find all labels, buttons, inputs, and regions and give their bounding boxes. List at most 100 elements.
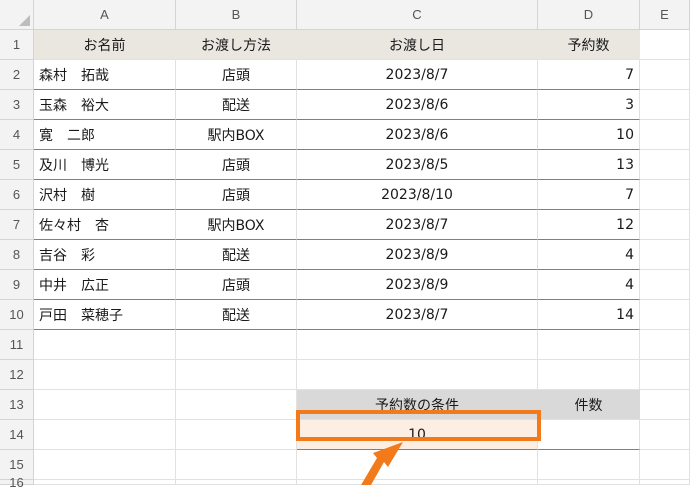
table-cell[interactable]: 沢村 樹 xyxy=(34,180,176,210)
row-header-5[interactable]: 5 xyxy=(0,150,34,180)
condition-input-cell[interactable]: 10 xyxy=(297,420,538,450)
column-header-d[interactable]: D xyxy=(538,0,640,30)
cell-a15[interactable] xyxy=(34,450,176,480)
table-cell[interactable]: 10 xyxy=(538,120,640,150)
table-cell[interactable]: 佐々村 杏 xyxy=(34,210,176,240)
row-header-12[interactable]: 12 xyxy=(0,360,34,390)
table-cell[interactable]: 店頭 xyxy=(176,270,297,300)
cell-c12[interactable] xyxy=(297,360,538,390)
cell-b15[interactable] xyxy=(176,450,297,480)
table-header-cell[interactable]: お渡し日 xyxy=(297,30,538,60)
cell-e11[interactable] xyxy=(640,330,690,360)
row-header-4[interactable]: 4 xyxy=(0,120,34,150)
cell-b12[interactable] xyxy=(176,360,297,390)
table-cell[interactable]: 玉森 裕大 xyxy=(34,90,176,120)
cell-e10[interactable] xyxy=(640,300,690,330)
table-cell[interactable]: 駅内BOX xyxy=(176,120,297,150)
table-cell[interactable]: 2023/8/7 xyxy=(297,210,538,240)
row-header-10[interactable]: 10 xyxy=(0,300,34,330)
cell-c15[interactable] xyxy=(297,450,538,480)
column-header-e[interactable]: E xyxy=(640,0,690,30)
table-cell[interactable]: 中井 広正 xyxy=(34,270,176,300)
table-header-cell[interactable]: 予約数 xyxy=(538,30,640,60)
row-header-2[interactable]: 2 xyxy=(0,60,34,90)
table-cell[interactable]: 13 xyxy=(538,150,640,180)
table-cell[interactable]: 7 xyxy=(538,60,640,90)
table-cell[interactable]: 戸田 菜穂子 xyxy=(34,300,176,330)
table-cell[interactable]: 14 xyxy=(538,300,640,330)
table-cell[interactable]: 7 xyxy=(538,180,640,210)
table-cell[interactable]: 店頭 xyxy=(176,150,297,180)
cell-b13[interactable] xyxy=(176,390,297,420)
row-header-14[interactable]: 14 xyxy=(0,420,34,450)
cell-e1[interactable] xyxy=(640,30,690,60)
table-cell[interactable]: 4 xyxy=(538,270,640,300)
row-header-3[interactable]: 3 xyxy=(0,90,34,120)
table-header-cell[interactable]: お名前 xyxy=(34,30,176,60)
cell-c11[interactable] xyxy=(297,330,538,360)
table-cell[interactable]: 2023/8/9 xyxy=(297,240,538,270)
table-cell[interactable]: 2023/8/7 xyxy=(297,60,538,90)
table-cell[interactable]: 2023/8/9 xyxy=(297,270,538,300)
table-cell[interactable]: 吉谷 彩 xyxy=(34,240,176,270)
column-header-b[interactable]: B xyxy=(176,0,297,30)
cell-a16[interactable] xyxy=(34,480,176,485)
table-cell[interactable]: 配送 xyxy=(176,240,297,270)
cell-e7[interactable] xyxy=(640,210,690,240)
cell-a14[interactable] xyxy=(34,420,176,450)
cell-e8[interactable] xyxy=(640,240,690,270)
cell-b11[interactable] xyxy=(176,330,297,360)
table-cell[interactable]: 12 xyxy=(538,210,640,240)
row-header-16[interactable]: 16 xyxy=(0,475,34,490)
cell-e15[interactable] xyxy=(640,450,690,480)
cell-e2[interactable] xyxy=(640,60,690,90)
criteria-header-condition[interactable]: 予約数の条件 xyxy=(297,390,538,420)
table-cell[interactable]: 2023/8/6 xyxy=(297,120,538,150)
cell-a11[interactable] xyxy=(34,330,176,360)
cell-e12[interactable] xyxy=(640,360,690,390)
cell-e9[interactable] xyxy=(640,270,690,300)
cell-e5[interactable] xyxy=(640,150,690,180)
table-cell[interactable]: 配送 xyxy=(176,90,297,120)
row-header-9[interactable]: 9 xyxy=(0,270,34,300)
table-cell[interactable]: 及川 博光 xyxy=(34,150,176,180)
table-cell[interactable]: 4 xyxy=(538,240,640,270)
row-header-13[interactable]: 13 xyxy=(0,390,34,420)
table-cell[interactable]: 駅内BOX xyxy=(176,210,297,240)
cell-e3[interactable] xyxy=(640,90,690,120)
cell-d15[interactable] xyxy=(538,450,640,480)
table-cell[interactable]: 3 xyxy=(538,90,640,120)
cell-d11[interactable] xyxy=(538,330,640,360)
column-header-a[interactable]: A xyxy=(34,0,176,30)
row-header-11[interactable]: 11 xyxy=(0,330,34,360)
criteria-header-count[interactable]: 件数 xyxy=(538,390,640,420)
table-header-cell[interactable]: お渡し方法 xyxy=(176,30,297,60)
table-cell[interactable]: 寛 二郎 xyxy=(34,120,176,150)
row-header-8[interactable]: 8 xyxy=(0,240,34,270)
row-header-1[interactable]: 1 xyxy=(0,30,34,60)
table-cell[interactable]: 店頭 xyxy=(176,180,297,210)
cell-a13[interactable] xyxy=(34,390,176,420)
select-all-corner[interactable] xyxy=(0,0,34,30)
cell-e6[interactable] xyxy=(640,180,690,210)
cell-e14[interactable] xyxy=(640,420,690,450)
table-cell[interactable]: 2023/8/7 xyxy=(297,300,538,330)
table-cell[interactable]: 店頭 xyxy=(176,60,297,90)
table-cell[interactable]: 配送 xyxy=(176,300,297,330)
cell-e16[interactable] xyxy=(640,480,690,485)
table-cell[interactable]: 森村 拓哉 xyxy=(34,60,176,90)
cell-e13[interactable] xyxy=(640,390,690,420)
count-result-cell[interactable] xyxy=(538,420,640,450)
table-cell[interactable]: 2023/8/5 xyxy=(297,150,538,180)
cell-d12[interactable] xyxy=(538,360,640,390)
table-cell[interactable]: 2023/8/10 xyxy=(297,180,538,210)
row-header-7[interactable]: 7 xyxy=(0,210,34,240)
cell-c16[interactable] xyxy=(297,480,538,485)
column-header-c[interactable]: C xyxy=(297,0,538,30)
cell-b16[interactable] xyxy=(176,480,297,485)
row-header-6[interactable]: 6 xyxy=(0,180,34,210)
cell-e4[interactable] xyxy=(640,120,690,150)
cell-d16[interactable] xyxy=(538,480,640,485)
table-cell[interactable]: 2023/8/6 xyxy=(297,90,538,120)
cell-a12[interactable] xyxy=(34,360,176,390)
